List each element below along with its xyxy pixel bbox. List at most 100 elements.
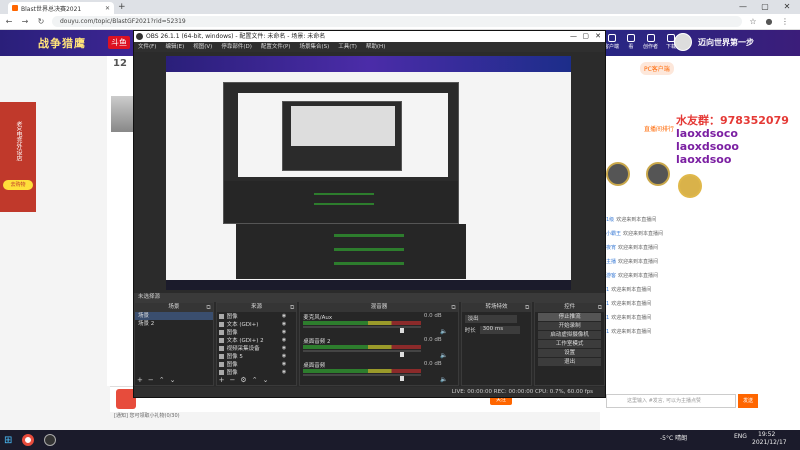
visibility-eye-icon[interactable]: ◉	[282, 313, 286, 319]
chat-username[interactable]: 1	[606, 301, 609, 307]
control-button-4[interactable]: 设置	[538, 349, 601, 357]
duration-input[interactable]: 300 ms	[479, 326, 520, 334]
minimize-icon[interactable]: —	[732, 0, 754, 14]
remove-scene-icon[interactable]: −	[148, 376, 154, 384]
chat-username[interactable]: 主播	[606, 259, 616, 265]
user-avatar[interactable]	[674, 33, 692, 51]
address-bar[interactable]: douyu.com/topic/BlastGF2021?rid=52319	[52, 16, 742, 27]
chat-input[interactable]: 这里输入 #发言, 可以为主播点赞	[606, 394, 736, 408]
obs-maximize-icon[interactable]: ▢	[582, 31, 589, 42]
scene-up-icon[interactable]: ⌃	[159, 376, 165, 384]
volume-slider[interactable]	[400, 352, 405, 357]
scene-item[interactable]: 场景 2	[135, 320, 213, 328]
speaker-icon[interactable]: 🔈	[440, 352, 447, 359]
volume-slider[interactable]	[400, 376, 405, 381]
transitions-dock-config-icon[interactable]: ⧉	[525, 303, 529, 312]
source-item[interactable]: 文本 (GDI+) ◉	[217, 320, 297, 328]
source-item[interactable]: 图像 5 ◉	[217, 352, 297, 360]
scene-item[interactable]: 场景	[135, 312, 213, 320]
rank-tab[interactable]: 直播间排行	[644, 124, 674, 133]
control-button-3[interactable]: 工作室模式	[538, 340, 601, 348]
remove-source-icon[interactable]: −	[230, 376, 236, 384]
language-indicator[interactable]: ENG	[734, 433, 747, 440]
visibility-eye-icon[interactable]: ◉	[282, 321, 286, 327]
speaker-icon[interactable]: 🔈	[440, 328, 447, 335]
nav-watch[interactable]: 看	[627, 34, 636, 50]
side-ad-button[interactable]: 去购物	[3, 180, 33, 190]
obs-preview[interactable]	[166, 56, 571, 290]
obs-menu-item[interactable]: 配置文件(P)	[261, 42, 291, 52]
chat-username[interactable]: 游客	[606, 273, 616, 279]
nav-client[interactable]: 客户端	[604, 34, 619, 50]
source-item[interactable]: 图像 ◉	[217, 328, 297, 336]
close-tab-icon[interactable]: ✕	[105, 5, 110, 12]
chat-username[interactable]: 1	[606, 287, 609, 293]
visibility-eye-icon[interactable]: ◉	[282, 353, 286, 359]
volume-slider[interactable]	[400, 328, 405, 333]
rank-avatar-2[interactable]	[646, 162, 670, 186]
speaker-icon[interactable]: 🔈	[440, 376, 447, 383]
obs-close-icon[interactable]: ✕	[595, 31, 601, 42]
control-button-2[interactable]: 启动虚拟摄像机	[538, 331, 601, 339]
source-item[interactable]: 图像 ◉	[217, 360, 297, 368]
obs-menu-item[interactable]: 停靠部件(D)	[221, 42, 252, 52]
source-item[interactable]: 文本 (GDI+) 2 ◉	[217, 336, 297, 344]
menu-icon[interactable]: ⋮	[780, 17, 790, 26]
windows-start-icon[interactable]: ⊞	[4, 435, 12, 446]
forward-icon[interactable]: →	[20, 17, 30, 26]
obs-menu-item[interactable]: 视图(V)	[193, 42, 212, 52]
obs-menu-item[interactable]: 编辑(E)	[165, 42, 184, 52]
weather-text[interactable]: -5°C 晴朗	[660, 433, 687, 442]
obs-logo-icon	[136, 33, 143, 40]
source-item[interactable]: 图像 ◉	[217, 368, 297, 376]
visibility-eye-icon[interactable]: ◉	[282, 337, 286, 343]
scene-down-icon[interactable]: ⌄	[170, 376, 176, 384]
obs-menu-item[interactable]: 工具(T)	[338, 42, 357, 52]
visibility-eye-icon[interactable]: ◉	[282, 329, 286, 335]
star-icon[interactable]: ☆	[748, 17, 758, 26]
sources-dock-config-icon[interactable]: ⧉	[290, 303, 294, 312]
reload-icon[interactable]: ↻	[36, 17, 46, 26]
chrome-icon[interactable]	[22, 434, 35, 446]
clock-time[interactable]: 19:52	[758, 431, 775, 438]
profile-icon[interactable]: ●	[764, 17, 774, 26]
controls-dock-config-icon[interactable]: ⧉	[598, 303, 602, 312]
add-source-icon[interactable]: +	[219, 376, 225, 384]
obs-minimize-icon[interactable]: —	[570, 31, 577, 42]
visibility-eye-icon[interactable]: ◉	[282, 345, 286, 351]
source-up-icon[interactable]: ⌃	[252, 376, 258, 384]
source-down-icon[interactable]: ⌄	[263, 376, 269, 384]
visibility-eye-icon[interactable]: ◉	[282, 361, 286, 367]
visibility-eye-icon[interactable]: ◉	[282, 369, 286, 375]
pc-client-notice[interactable]: PC客户端	[640, 62, 674, 75]
nav-creator[interactable]: 创作者	[643, 34, 658, 50]
side-ad[interactable]: 老X电竞外设店 去购物	[0, 102, 36, 212]
browser-tab[interactable]: Blast世界总决赛2021 ✕	[8, 2, 114, 14]
chat-username[interactable]: 小霸王	[606, 231, 621, 237]
control-button-1[interactable]: 开始录制	[538, 322, 601, 330]
source-settings-icon[interactable]: ⚙	[240, 376, 246, 384]
obs-menu-item[interactable]: 文件(F)	[138, 42, 156, 52]
rank-avatar-1[interactable]	[606, 162, 630, 186]
control-button-0[interactable]: 停止推流	[538, 313, 601, 321]
chat-username[interactable]: 1级	[606, 217, 614, 223]
close-window-icon[interactable]: ✕	[776, 0, 798, 14]
obs-menu-item[interactable]: 帮助(H)	[366, 42, 385, 52]
obs-menu-item[interactable]: 场景集合(S)	[299, 42, 329, 52]
transition-select[interactable]: 淡出	[464, 315, 517, 323]
chat-username[interactable]: 1	[606, 315, 609, 321]
source-item[interactable]: 视频采集设备 ◉	[217, 344, 297, 352]
mixer-dock-config-icon[interactable]: ⧉	[451, 303, 455, 312]
add-scene-icon[interactable]: +	[137, 376, 143, 384]
chat-username[interactable]: 夜宵	[606, 245, 616, 251]
send-button[interactable]: 发送	[738, 394, 758, 408]
chat-username[interactable]: 1	[606, 329, 609, 335]
clock-date[interactable]: 2021/12/17	[752, 439, 787, 446]
source-item[interactable]: 图像 ◉	[217, 312, 297, 320]
back-icon[interactable]: ←	[4, 17, 14, 26]
maximize-icon[interactable]: ▢	[754, 0, 776, 14]
obs-taskbar-icon[interactable]	[44, 434, 57, 446]
control-button-5[interactable]: 退出	[538, 358, 601, 366]
scenes-dock-config-icon[interactable]: ⧉	[206, 303, 210, 312]
new-tab-icon[interactable]: +	[118, 2, 126, 12]
